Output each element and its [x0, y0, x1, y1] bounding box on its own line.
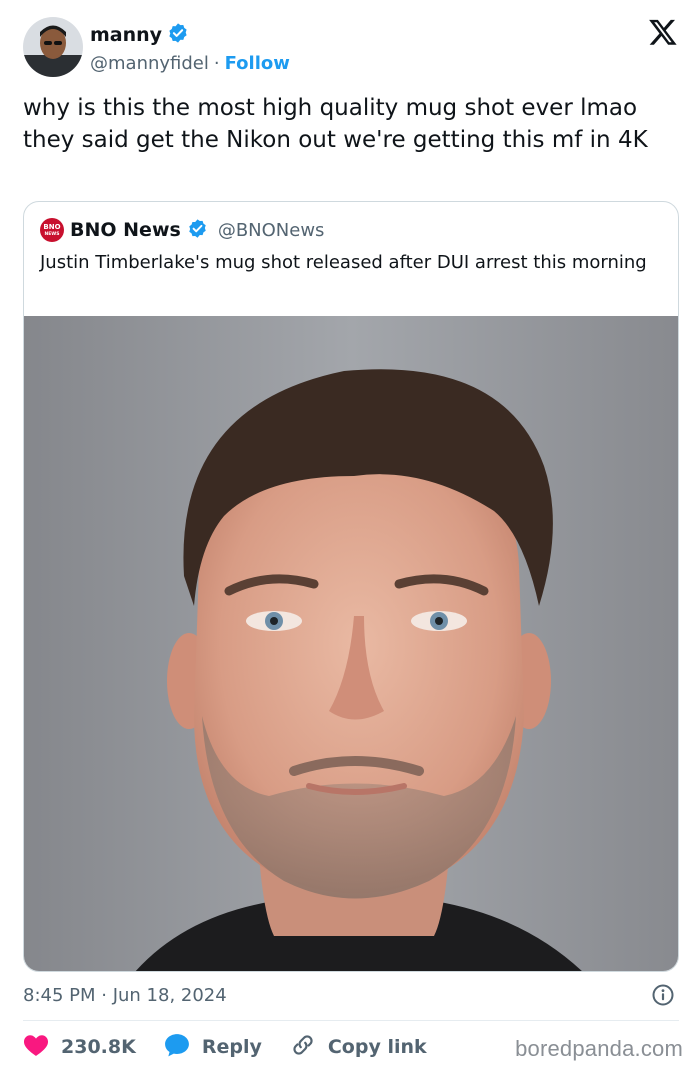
info-icon[interactable]	[651, 983, 675, 1007]
author-handle-row: @mannyfidel · Follow	[90, 50, 290, 76]
mug-shot-photo[interactable]	[24, 316, 678, 971]
tweet-body-text: why is this the most high quality mug sh…	[23, 95, 648, 153]
tweet-header: manny @mannyfidel · Follow	[23, 17, 683, 79]
copy-link-button[interactable]: Copy link	[290, 1032, 427, 1063]
action-bar: 230.8K Reply Copy link	[23, 1032, 455, 1062]
x-logo-icon[interactable]	[648, 17, 678, 47]
bno-logo-text-bottom: NEWS	[44, 231, 59, 237]
verified-badge-icon	[187, 218, 208, 243]
reply-bubble-icon	[164, 1033, 190, 1062]
quoted-tweet-card[interactable]: BNO NEWS BNO News @BNONews Justin Timber…	[23, 201, 679, 972]
bno-news-logo[interactable]: BNO NEWS	[40, 218, 64, 242]
reply-label: Reply	[201, 1036, 262, 1058]
quoted-handle[interactable]: @BNONews	[218, 220, 325, 241]
quoted-tweet-header: BNO NEWS BNO News @BNONews	[40, 217, 324, 243]
author-handle[interactable]: @mannyfidel	[90, 53, 209, 74]
like-count: 230.8K	[61, 1036, 136, 1058]
quoted-display-name[interactable]: BNO News	[70, 219, 181, 241]
verified-badge-icon	[167, 22, 189, 48]
author-display-name[interactable]: manny	[90, 24, 162, 46]
bno-logo-text-top: BNO	[43, 223, 60, 231]
heart-icon	[23, 1033, 49, 1062]
author-avatar[interactable]	[23, 17, 83, 77]
link-icon	[290, 1032, 316, 1063]
reply-button[interactable]: Reply	[164, 1033, 262, 1062]
like-button[interactable]: 230.8K	[23, 1033, 136, 1062]
separator-dot: ·	[213, 52, 220, 74]
divider	[23, 1020, 679, 1021]
tweet-timestamp[interactable]: 8:45 PM · Jun 18, 2024	[23, 983, 227, 1007]
quoted-tweet-text: Justin Timberlake's mug shot released af…	[40, 252, 647, 273]
follow-button[interactable]: Follow	[225, 53, 290, 74]
author-name-row: manny	[90, 21, 189, 49]
watermark: boredpanda.com	[515, 1036, 683, 1061]
copy-link-label: Copy link	[327, 1036, 427, 1058]
